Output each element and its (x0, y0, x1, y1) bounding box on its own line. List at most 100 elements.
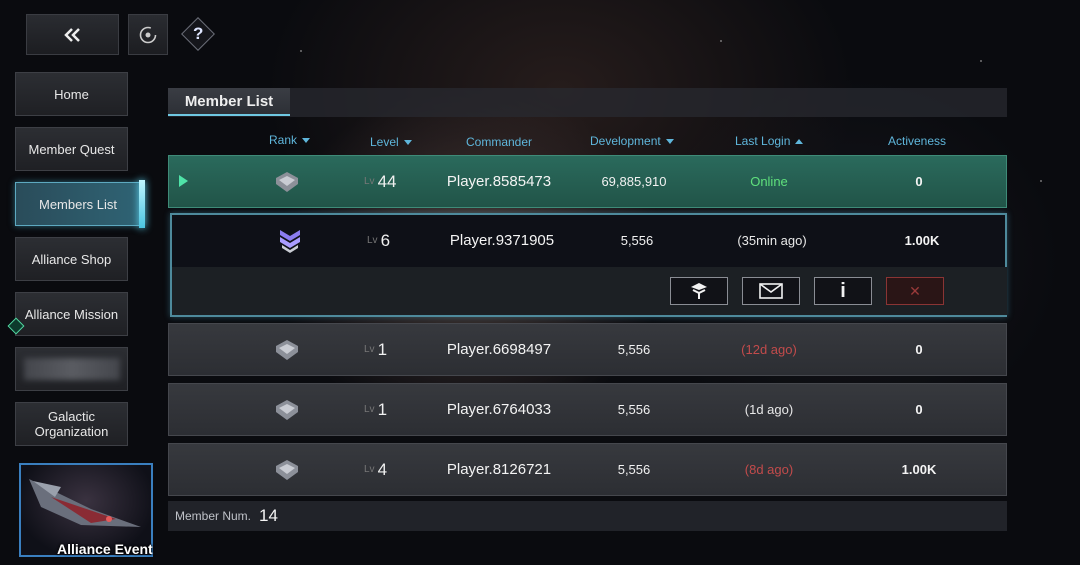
star (980, 60, 982, 62)
alliance-event-label: Alliance Event (57, 541, 153, 557)
sidebar-item-alliance-mission[interactable]: Alliance Mission (15, 292, 128, 336)
help-label: ? (192, 23, 204, 43)
rank-insignia-icon (269, 444, 305, 495)
development-value: 5,556 (620, 233, 654, 248)
table-row[interactable]: Lv 1 Player.6764033 5,556 (1d ago) 0 (168, 383, 1007, 436)
help-icon: ? (181, 17, 215, 51)
header-label: Level (370, 135, 399, 149)
tab-bar (168, 88, 1007, 117)
info-icon: i (840, 279, 846, 302)
level-prefix: Lv (364, 176, 375, 187)
sort-desc-icon (665, 138, 674, 144)
header-label: Commander (466, 135, 533, 149)
header-label: Rank (269, 133, 298, 147)
sidebar-item-home[interactable]: Home (15, 72, 128, 116)
level-value: 44 (377, 171, 397, 191)
level-prefix: Lv (367, 235, 378, 246)
last-login-status: Online (750, 174, 788, 189)
activeness-value: 0 (915, 342, 923, 357)
header-label: Last Login (735, 134, 791, 148)
sidebar-item-galactic-organization[interactable]: Galactic Organization (15, 402, 128, 446)
sidebar-item-members-list[interactable]: Members List (15, 182, 141, 226)
column-header-commander: Commander (466, 135, 532, 149)
table-row[interactable]: Lv 1 Player.6698497 5,556 (12d ago) 0 (168, 323, 1007, 376)
rank-insignia-icon (269, 156, 305, 207)
star (720, 40, 722, 42)
sort-desc-icon (403, 139, 412, 145)
level-prefix: Lv (364, 404, 375, 415)
tab-member-list[interactable]: Member List (168, 88, 290, 116)
activeness-value: 0 (915, 174, 923, 189)
sort-asc-icon (795, 138, 804, 144)
activeness-value: 1.00K (904, 233, 940, 248)
refresh-icon (139, 26, 157, 43)
promote-button[interactable] (670, 277, 728, 305)
member-level: Lv 1 (364, 384, 406, 435)
member-count-value: 14 (259, 506, 278, 525)
close-icon: ✕ (909, 282, 921, 299)
header-label: Activeness (888, 134, 947, 148)
last-login-status: (1d ago) (744, 402, 794, 417)
column-header-rank[interactable]: Rank (269, 133, 311, 147)
sidebar-item-label: Member Quest (28, 141, 115, 157)
development-value: 5,556 (617, 402, 651, 417)
sidebar-item-label: Alliance Shop (31, 251, 112, 267)
commander-name: Player.9371905 (449, 232, 555, 249)
kick-button[interactable]: ✕ (886, 277, 944, 305)
development-value: 5,556 (617, 342, 651, 357)
current-player-marker-icon (179, 175, 188, 187)
sidebar-item-alliance-shop[interactable]: Alliance Shop (15, 237, 128, 281)
column-header-development[interactable]: Development (590, 134, 674, 148)
help-button[interactable]: ? (181, 17, 215, 51)
sidebar-item-label: Home (54, 86, 89, 102)
level-prefix: Lv (364, 464, 375, 475)
spaceship-icon (29, 479, 141, 527)
level-value: 6 (380, 230, 391, 250)
commander-name: Player.8585473 (446, 173, 552, 190)
back-button[interactable] (26, 14, 119, 55)
envelope-icon (759, 283, 783, 299)
refresh-button[interactable] (128, 14, 168, 55)
table-row[interactable]: Lv 4 Player.8126721 5,556 (8d ago) 1.00K (168, 443, 1007, 496)
commander-name: Player.6764033 (446, 401, 552, 418)
activeness-value: 0 (915, 402, 923, 417)
development-value: 5,556 (617, 462, 651, 477)
last-login-status: (8d ago) (744, 462, 794, 477)
column-header-activeness: Activeness (888, 134, 946, 148)
level-prefix: Lv (364, 344, 375, 355)
tab-label: Member List (184, 92, 274, 110)
commander-name: Player.6698497 (446, 341, 552, 358)
member-level: Lv 1 (364, 324, 406, 375)
sidebar-item-member-quest[interactable]: Member Quest (15, 127, 128, 171)
rank-insignia-icon (269, 384, 305, 435)
level-value: 4 (377, 459, 388, 479)
info-button[interactable]: i (814, 277, 872, 305)
rank-insignia-icon (269, 324, 305, 375)
star (300, 50, 302, 52)
alliance-event-button[interactable]: Alliance Event (19, 463, 153, 557)
sidebar-item-blurred[interactable] (15, 347, 128, 391)
member-count-label: Member Num. (175, 509, 252, 523)
last-login-status: (35min ago) (737, 233, 807, 248)
member-level: Lv 4 (364, 444, 406, 495)
member-count-bar: Member Num. 14 (168, 501, 1007, 531)
last-login-status: (12d ago) (741, 342, 797, 357)
activeness-value: 1.00K (901, 462, 937, 477)
sidebar-item-label: Members List (38, 196, 118, 212)
header-label: Development (590, 134, 661, 148)
level-value: 1 (377, 339, 388, 359)
star (1040, 180, 1042, 182)
table-row[interactable]: Lv 44 Player.8585473 69,885,910 Online 0 (168, 155, 1007, 208)
mail-button[interactable] (742, 277, 800, 305)
sidebar-item-label: Galactic Organization (34, 409, 109, 439)
development-value: 69,885,910 (601, 174, 667, 189)
column-header-last-login[interactable]: Last Login (735, 134, 804, 148)
sidebar-item-label: Alliance Mission (24, 306, 119, 322)
column-header-level[interactable]: Level (370, 135, 412, 149)
rank-insignia-icon (272, 215, 308, 266)
member-actions-bar: i ✕ (172, 267, 1007, 315)
blurred-label (23, 358, 120, 380)
table-row-selected[interactable]: Lv 6 Player.9371905 5,556 (35min ago) 1.… (170, 213, 1007, 317)
commander-name: Player.8126721 (446, 461, 552, 478)
level-value: 1 (377, 399, 388, 419)
